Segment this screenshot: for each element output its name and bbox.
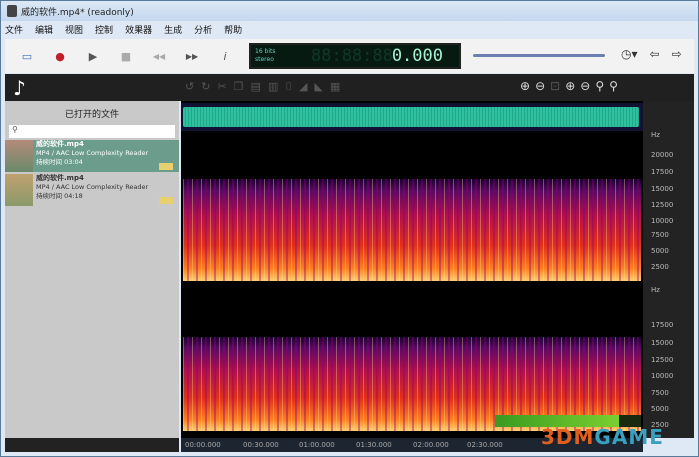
file-thumbnail <box>5 174 33 206</box>
freq-tick: 17500 <box>651 168 674 176</box>
copy-icon[interactable]: ❐ <box>234 80 244 94</box>
freq-tick: 20000 <box>651 151 674 159</box>
menu-view[interactable]: 视图 <box>65 23 83 36</box>
zoom-selection-icon[interactable]: ⊕ <box>565 79 575 93</box>
menu-file[interactable]: 文件 <box>5 23 23 36</box>
zoom-fit-icon[interactable]: ⊡ <box>550 79 560 93</box>
cut-icon[interactable]: ✂ <box>217 80 226 94</box>
freq-tick: 7500 <box>651 389 669 397</box>
time-tick: 01:00.000 <box>299 441 335 449</box>
format-bits: 16 bits <box>255 48 276 55</box>
zoom-vertical-out-icon[interactable]: ⊖ <box>580 79 590 93</box>
freq-tick: 5000 <box>651 405 669 413</box>
edit-toolbar: ♪ ↺ ↻ ✂ ❐ ▤ ▥ ⌷ ◢ ◣ ▦ ⊕ ⊖ ⊡ ⊕ ⊖ ⚲ ⚲ <box>5 74 694 101</box>
fast-forward-icon[interactable]: ▶▶ <box>181 45 203 67</box>
zoom-vertical-in-icon[interactable]: ⚲ <box>595 79 604 93</box>
freq-tick: 12500 <box>651 201 674 209</box>
delete-icon[interactable]: ▥ <box>268 80 278 94</box>
freq-tick: 12500 <box>651 356 674 364</box>
time-tick: 02:00.000 <box>413 441 449 449</box>
zoom-reset-icon[interactable]: ⚲ <box>609 79 618 93</box>
file-name: 威的软件.mp4 <box>36 140 84 148</box>
waveform-overview[interactable] <box>181 103 643 131</box>
format-channels: stereo <box>255 56 274 63</box>
window-title: 威的软件.mp4* (readonly) <box>21 7 134 18</box>
menu-bar: 文件 编辑 视图 控制 效果器 生成 分析 帮助 <box>5 21 242 38</box>
file-badge <box>159 197 173 204</box>
search-icon: ⚲ <box>12 125 18 134</box>
menu-effects[interactable]: 效果器 <box>125 23 152 36</box>
freq-tick: 7500 <box>651 231 669 239</box>
file-name: 威的软件.mp4 <box>36 174 84 182</box>
open-files-panel: 已打开的文件 ⚲ 威的软件.mp4 MP4 / AAC Low Complexit… <box>5 101 179 438</box>
clock-dropdown-icon[interactable]: ◷▾ <box>621 47 638 61</box>
undo-icon[interactable]: ↺ <box>185 80 194 94</box>
toolbar: ▭ ● ▶ ■ ◀◀ ▶▶ i 16 bits stereo 88:88:88 0… <box>5 39 694 73</box>
file-list-item[interactable]: 威的软件.mp4 MP4 / AAC Low Complexity Reader 持… <box>5 174 179 206</box>
trim-icon[interactable]: ⌷ <box>285 80 292 94</box>
time-tick: 02:30.000 <box>467 441 503 449</box>
panel-title: 已打开的文件 <box>64 110 119 120</box>
file-codec: MP4 / AAC Low Complexity Reader <box>36 183 149 191</box>
freq-tick: 2500 <box>651 263 669 271</box>
play-icon[interactable]: ▶ <box>82 45 104 67</box>
menu-analyze[interactable]: 分析 <box>194 23 212 36</box>
freq-unit: Hz <box>651 286 660 294</box>
freq-tick: 10000 <box>651 372 674 380</box>
freq-tick: 15000 <box>651 185 674 193</box>
file-duration: 持续时间 03:04 <box>36 158 83 166</box>
file-search-input[interactable]: ⚲ <box>9 125 175 138</box>
time-tick: 00:30.000 <box>243 441 279 449</box>
sidebar-status-bar <box>5 438 179 452</box>
forward-arrow-icon[interactable]: ⇨ <box>672 47 682 61</box>
rewind-icon[interactable]: ◀◀ <box>148 45 170 67</box>
file-thumbnail <box>5 140 33 172</box>
freq-tick: 17500 <box>651 321 674 329</box>
file-codec: MP4 / AAC Low Complexity Reader <box>36 149 149 157</box>
info-icon[interactable]: i <box>214 45 236 67</box>
fade-out-icon[interactable]: ◣ <box>314 80 322 94</box>
volume-slider[interactable] <box>473 54 606 57</box>
menu-help[interactable]: 帮助 <box>224 23 242 36</box>
stop-icon[interactable]: ■ <box>115 45 137 67</box>
app-icon <box>7 5 17 17</box>
back-arrow-icon[interactable]: ⇦ <box>650 47 660 61</box>
freq-tick: 10000 <box>651 217 674 225</box>
menu-edit[interactable]: 编辑 <box>35 23 53 36</box>
zoom-out-icon[interactable]: ⊖ <box>535 79 545 93</box>
record-icon[interactable]: ● <box>49 45 71 67</box>
title-bar: 威的软件.mp4* (readonly) <box>1 1 698 21</box>
zoom-in-icon[interactable]: ⊕ <box>520 79 530 93</box>
normalize-icon[interactable]: ▦ <box>330 80 340 94</box>
freq-tick: 5000 <box>651 247 669 255</box>
lcd-ghost-digits: 88:88:88 <box>311 46 393 66</box>
time-tick: 00:00.000 <box>185 441 221 449</box>
app-window: 威的软件.mp4* (readonly) 文件 编辑 视图 控制 效果器 生成 … <box>0 0 699 457</box>
freq-tick: 15000 <box>651 339 674 347</box>
file-badge <box>159 163 173 170</box>
selection-icon[interactable]: ▭ <box>16 45 38 67</box>
editor-area[interactable] <box>181 101 643 438</box>
menu-control[interactable]: 控制 <box>95 23 113 36</box>
fade-in-icon[interactable]: ◢ <box>299 80 307 94</box>
menu-generate[interactable]: 生成 <box>164 23 182 36</box>
file-duration: 持续时间 04:18 <box>36 192 83 200</box>
current-time: 0.000 <box>391 46 443 66</box>
redo-icon[interactable]: ↻ <box>201 80 210 94</box>
spectrogram-channel-1[interactable] <box>183 179 641 281</box>
music-note-icon: ♪ <box>13 76 26 100</box>
time-tick: 01:30.000 <box>356 441 392 449</box>
freq-unit: Hz <box>651 131 660 139</box>
frequency-axis: Hz 20000 17500 15000 12500 10000 7500 50… <box>643 101 694 438</box>
time-display: 16 bits stereo 88:88:88 0.000 <box>249 43 461 69</box>
file-list-item[interactable]: 威的软件.mp4 MP4 / AAC Low Complexity Reader 持… <box>5 140 179 172</box>
paste-icon[interactable]: ▤ <box>251 80 261 94</box>
watermark-logo: 3DMGAME <box>541 425 664 449</box>
